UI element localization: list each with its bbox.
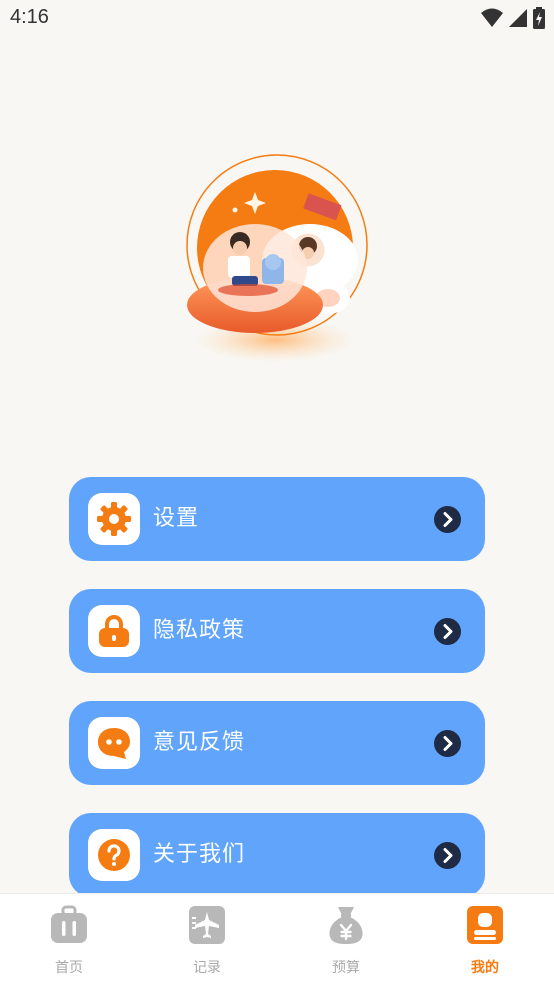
menu-icon-tile	[88, 605, 140, 657]
tab-home[interactable]: 首页	[19, 894, 119, 984]
menu-item-about-us[interactable]: 关于我们	[69, 813, 485, 897]
menu-item-settings[interactable]: 设置	[69, 477, 485, 561]
gear-icon	[97, 502, 131, 536]
status-time: 4:16	[10, 6, 49, 28]
profile-icon	[467, 906, 503, 944]
tab-records[interactable]: 记录	[157, 894, 257, 984]
tab-label: 记录	[193, 960, 221, 976]
status-icons	[480, 6, 546, 30]
spaceship-illustration	[186, 154, 368, 362]
battery-icon	[533, 7, 545, 29]
question-icon	[98, 839, 130, 871]
menu-icon-tile	[88, 717, 140, 769]
bottom-tab-bar: 首页 记录 预算 我的	[0, 893, 554, 984]
menu-icon-tile	[88, 829, 140, 881]
chevron-right-icon	[434, 506, 461, 533]
airplane-ticket-icon	[189, 906, 225, 944]
menu-item-label: 关于我们	[153, 842, 246, 867]
wifi-icon	[481, 8, 503, 27]
menu-icon-tile	[88, 493, 140, 545]
status-bar: 4:16	[0, 0, 554, 40]
chevron-right-icon	[434, 842, 461, 869]
tab-mine[interactable]: 我的	[435, 894, 535, 984]
tab-label: 预算	[332, 960, 360, 976]
chevron-right-icon	[434, 730, 461, 757]
cellular-signal-icon	[509, 9, 527, 27]
money-bag-icon	[329, 907, 363, 944]
menu-item-label: 隐私政策	[153, 618, 246, 643]
suitcase-icon	[51, 905, 87, 943]
menu-item-label: 设置	[153, 506, 200, 531]
menu-item-privacy-policy[interactable]: 隐私政策	[69, 589, 485, 673]
menu-list: 设置 隐私政策 意见反馈 关于我们	[69, 477, 485, 925]
profile-screen: 4:16 设置 隐私政策 意见反馈 关于我们 首页 记录 预算 我的	[0, 0, 554, 984]
chevron-right-icon	[434, 618, 461, 645]
chat-bubble-icon	[98, 728, 130, 759]
tab-label: 我的	[471, 960, 499, 976]
menu-item-label: 意见反馈	[153, 730, 246, 755]
menu-item-feedback[interactable]: 意见反馈	[69, 701, 485, 785]
lock-icon	[99, 615, 129, 647]
tab-budget[interactable]: 预算	[296, 894, 396, 984]
tab-label: 首页	[55, 960, 83, 976]
